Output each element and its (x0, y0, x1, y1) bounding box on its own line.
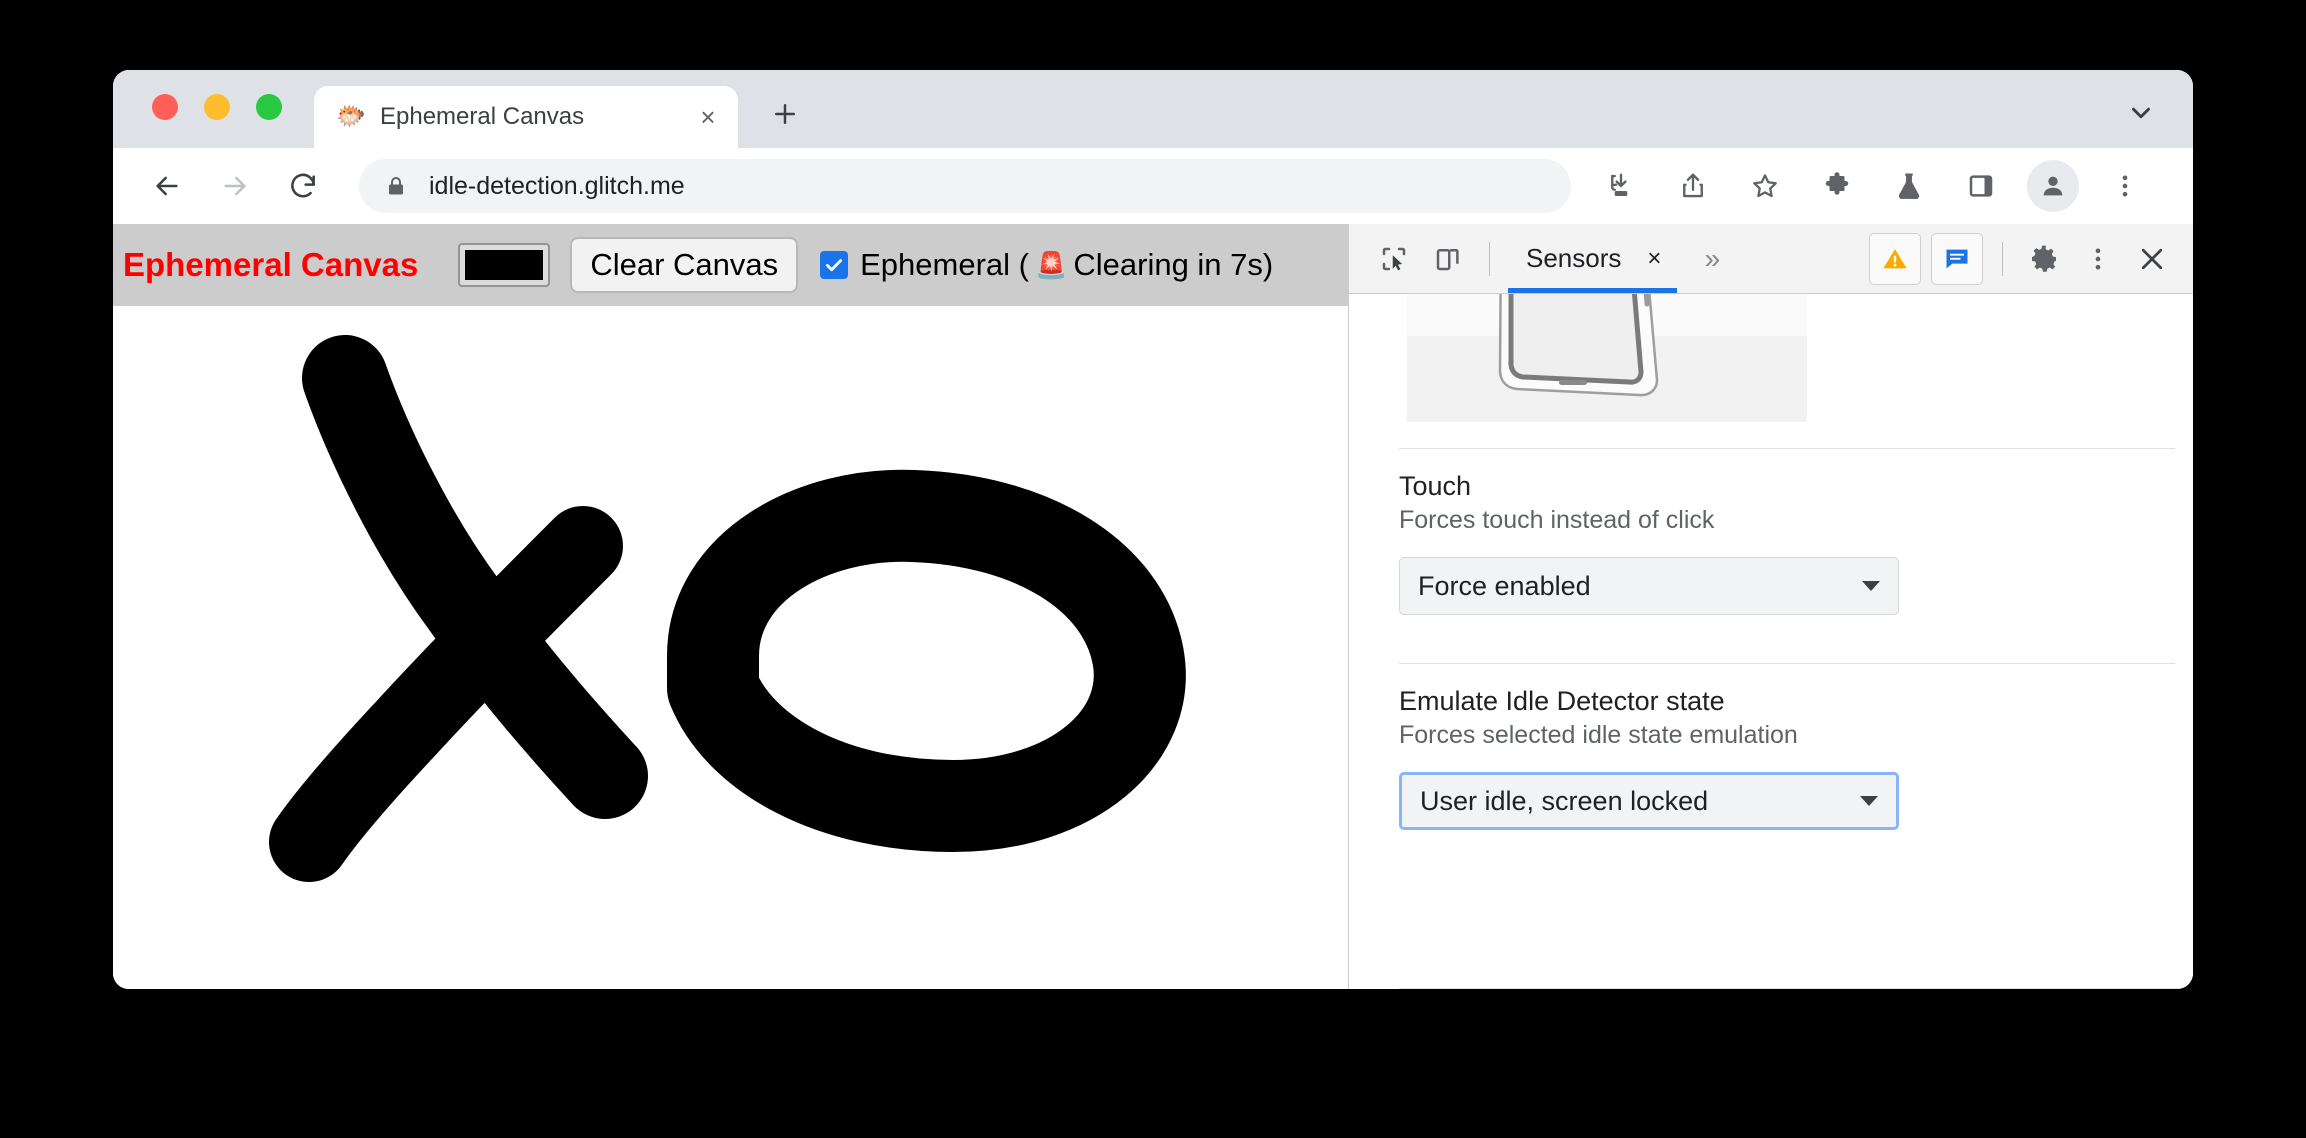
section-idle-detector-subtitle: Forces selected idle state emulation (1399, 721, 1798, 749)
reload-button[interactable] (277, 160, 329, 212)
phone-3d-illustration (1407, 294, 1807, 422)
address-bar[interactable]: idle-detection.glitch.me (359, 159, 1571, 213)
reload-icon (291, 173, 315, 198)
alarm-light-icon: 🚨 (1034, 249, 1068, 280)
download-button[interactable] (1595, 160, 1647, 212)
console-message-icon (1946, 249, 1968, 268)
pufferfish-favicon-icon: 🐡 (336, 103, 366, 130)
touch-select[interactable]: Force enabled (1399, 557, 1899, 615)
back-arrow-icon (156, 176, 178, 196)
color-picker-input[interactable] (458, 243, 551, 287)
experiments-button[interactable] (1883, 160, 1935, 212)
inspect-element-icon (1382, 247, 1406, 270)
canvas-drawing (269, 335, 1186, 882)
ephemeral-countdown-text: Clearing in 7s) (1073, 247, 1274, 282)
page-toolbar: Ephemeral Canvas Clear Canvas Ephemeral … (113, 224, 1348, 306)
tab-close-icon[interactable]: × (688, 97, 728, 137)
section-idle-detector-title: Emulate Idle Detector state (1399, 686, 1725, 716)
devtools-toolbar-right (1864, 232, 2179, 285)
inspect-element-button[interactable] (1370, 235, 1418, 283)
ephemeral-label-prefix: Ephemeral ( (860, 247, 1029, 282)
new-tab-button[interactable] (761, 90, 809, 138)
maximize-window-button[interactable] (256, 94, 282, 120)
download-icon (1611, 173, 1628, 196)
devtools-close-button[interactable] (2128, 235, 2176, 283)
devtools-menu-button[interactable] (2074, 235, 2122, 283)
devtools-settings-button[interactable] (2020, 235, 2068, 283)
lock-icon (383, 174, 409, 198)
web-page: Ephemeral Canvas Clear Canvas Ephemeral … (113, 224, 1348, 989)
section-idle-detector: Emulate Idle Detector state Forces selec… (1349, 664, 2193, 852)
section-touch: Touch Forces touch instead of click Forc… (1349, 449, 2193, 637)
more-tabs-button[interactable]: » (1689, 236, 1735, 282)
experiments-flask-icon (1898, 173, 1920, 199)
device-toolbar-button[interactable] (1424, 235, 1472, 283)
toolbar-divider (1489, 241, 1490, 276)
side-panel-icon (1969, 175, 1993, 197)
toolbar-actions (1585, 160, 2161, 212)
color-swatch (465, 250, 544, 280)
sensors-panel-body[interactable]: Touch Forces touch instead of click Forc… (1349, 294, 2193, 989)
side-panel-button[interactable] (1955, 160, 2007, 212)
browser-tab-ephemeral-canvas[interactable]: 🐡 Ephemeral Canvas × (314, 86, 738, 148)
extensions-puzzle-icon (1825, 172, 1849, 195)
warning-triangle-icon (1883, 248, 1907, 268)
device-orientation-preview[interactable] (1407, 294, 1807, 422)
browser-window: 🐡 Ephemeral Canvas × idle-detection.glit… (113, 70, 2193, 989)
console-badge-button[interactable] (1931, 232, 1983, 285)
bookmark-button[interactable] (1739, 160, 1791, 212)
close-icon (2141, 248, 2163, 269)
plus-icon (775, 104, 795, 124)
tab-strip: 🐡 Ephemeral Canvas × (113, 70, 2193, 148)
warning-badge-button[interactable] (1869, 232, 1921, 285)
tab-search-button[interactable] (2117, 92, 2165, 134)
profile-avatar-button[interactable] (2027, 160, 2079, 212)
window-traffic-lights (152, 94, 282, 120)
forward-button[interactable] (209, 160, 261, 212)
profile-avatar-icon (2043, 176, 2063, 196)
extensions-button[interactable] (1811, 160, 1863, 212)
clear-canvas-button[interactable]: Clear Canvas (570, 237, 799, 293)
section-touch-title: Touch (1399, 471, 1472, 501)
browser-menu-button[interactable] (2099, 160, 2151, 212)
tab-sensors-close-icon[interactable]: × (1639, 244, 1669, 274)
minimize-window-button[interactable] (204, 94, 230, 120)
idle-detector-select-value: User idle, screen locked (1420, 785, 1709, 816)
share-button[interactable] (1667, 160, 1719, 212)
touch-select-value: Force enabled (1418, 570, 1591, 601)
browser-menu-icon (2122, 175, 2128, 197)
tab-active-indicator (1508, 287, 1678, 293)
forward-arrow-icon (224, 176, 246, 196)
page-title: Ephemeral Canvas (123, 246, 419, 283)
tab-sensors-label: Sensors (1526, 243, 1622, 273)
back-button[interactable] (141, 160, 193, 212)
browser-toolbar: idle-detection.glitch.me (113, 148, 2193, 224)
devtools-toolbar: Sensors × » (1349, 224, 2193, 294)
ephemeral-label: Ephemeral ( 🚨 Clearing in 7s) (860, 247, 1273, 283)
share-icon (1683, 173, 1703, 198)
checkmark-icon (826, 259, 843, 272)
drawing-canvas[interactable] (113, 306, 1348, 989)
section-touch-subtitle: Forces touch instead of click (1399, 506, 1715, 534)
close-window-button[interactable] (152, 94, 178, 120)
chevron-down-icon (1860, 796, 1878, 806)
chevron-down-icon (2132, 107, 2150, 119)
chevron-down-icon (1862, 581, 1880, 591)
bookmark-star-icon (1753, 174, 1777, 198)
devtools-panel: Sensors × » Touch Forces touch instead o… (1348, 224, 2193, 989)
idle-detector-select[interactable]: User idle, screen locked (1399, 772, 1899, 830)
url-text: idle-detection.glitch.me (429, 171, 685, 200)
device-toolbar-icon (1436, 248, 1459, 270)
browser-content-area: Ephemeral Canvas Clear Canvas Ephemeral … (113, 224, 2193, 989)
ephemeral-toggle-group[interactable]: Ephemeral ( 🚨 Clearing in 7s) (820, 247, 1273, 283)
toolbar-divider-right (2002, 241, 2003, 276)
tab-sensors[interactable]: Sensors × (1508, 225, 1678, 293)
gear-icon (2032, 245, 2056, 272)
tab-title: Ephemeral Canvas (380, 103, 585, 130)
section-divider-3 (1399, 988, 2193, 989)
devtools-menu-icon (2095, 248, 2101, 269)
ephemeral-checkbox[interactable] (820, 251, 849, 279)
